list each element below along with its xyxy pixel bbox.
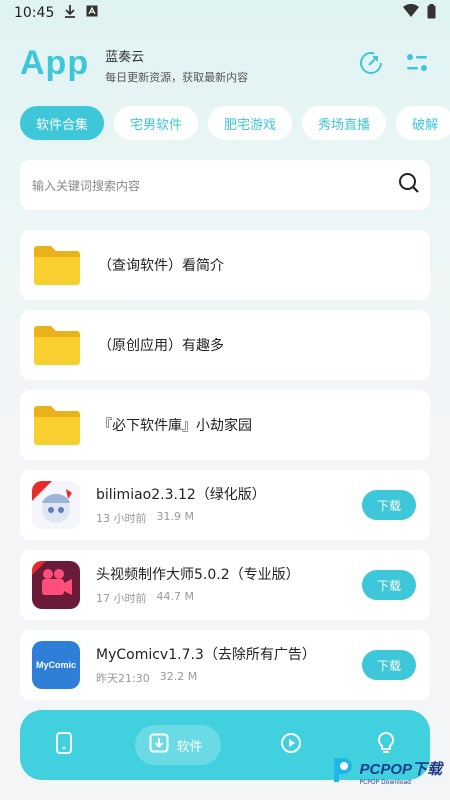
download-button[interactable]: 下载	[362, 490, 416, 520]
a-icon	[86, 5, 98, 21]
folder-title: 『必下软件庫』小劫家园	[98, 418, 252, 434]
nav-phone[interactable]	[40, 721, 88, 769]
battery-icon	[427, 3, 436, 23]
download-button[interactable]: 下载	[362, 650, 416, 680]
settings-sliders-icon[interactable]	[404, 50, 430, 76]
folder-title: （查询软件）看简介	[98, 258, 224, 274]
download-box-icon	[149, 733, 169, 757]
download-button[interactable]: 下载	[362, 570, 416, 600]
search-bar[interactable]: 输入关键词搜索内容	[20, 160, 430, 210]
tab-software-collection[interactable]: 软件合集	[20, 106, 105, 140]
folder-icon	[32, 240, 82, 290]
app-size: 32.2 M	[159, 670, 198, 683]
app-time: 13 小时前	[96, 512, 147, 525]
content-list: （查询软件）看简介 （原创应用）有趣多 『必下软件庫』小劫家园 bilimiao…	[20, 230, 430, 700]
app-name: 头视频制作大师5.0.2（专业版）	[96, 567, 300, 583]
app-item[interactable]: 头视频制作大师5.0.2（专业版） 17 小时前 44.7 M 下载	[20, 550, 430, 620]
video-maker-icon	[32, 561, 80, 609]
app-name: bilimiao2.3.12（绿化版）	[96, 487, 266, 503]
bilimiao-icon	[32, 481, 80, 529]
search-icon[interactable]	[398, 172, 420, 198]
download-icon	[64, 4, 76, 22]
folder-title: （原创应用）有趣多	[98, 338, 224, 354]
search-input[interactable]: 输入关键词搜索内容	[32, 177, 140, 194]
lightbulb-icon	[376, 731, 396, 759]
category-tabs: 软件合集 宅男软件 肥宅游戏 秀场直播 破解	[0, 106, 450, 140]
pcpop-watermark: PCPOP下载 PCPOP Download	[329, 756, 442, 788]
folder-icon	[32, 320, 82, 370]
app-item[interactable]: bilimiao2.3.12（绿化版） 13 小时前 31.9 M 下载	[20, 470, 430, 540]
tab-otaku-games[interactable]: 肥宅游戏	[208, 106, 293, 140]
play-icon	[280, 732, 302, 758]
folder-icon	[32, 400, 82, 450]
pcpop-logo-icon	[329, 756, 355, 788]
refresh-icon[interactable]	[358, 50, 384, 76]
app-time: 昨天21:30	[96, 672, 150, 685]
nav-software[interactable]: 软件	[134, 725, 221, 765]
tab-live-stream[interactable]: 秀场直播	[302, 106, 387, 140]
folder-item[interactable]: （查询软件）看简介	[20, 230, 430, 300]
app-logo: App	[20, 43, 90, 82]
header-subtitle: 每日更新资源，获取最新内容	[105, 70, 249, 84]
phone-icon	[55, 732, 73, 758]
app-name: MyComicv1.7.3（去除所有广告）	[96, 647, 316, 663]
app-size: 44.7 M	[156, 590, 194, 603]
mycomic-icon: MyComic	[32, 641, 80, 689]
wifi-icon	[403, 3, 419, 22]
folder-item[interactable]: 『必下软件庫』小劫家园	[20, 390, 430, 460]
app-item[interactable]: MyComic MyComicv1.7.3（去除所有广告） 昨天21:30 32…	[20, 630, 430, 700]
mycomic-icon-text: MyComic	[35, 660, 76, 670]
header-title: 蓝奏云	[105, 49, 145, 65]
status-bar: 10:45	[0, 0, 450, 26]
tab-cracked[interactable]: 破解	[396, 106, 450, 140]
watermark-text: PCPOP下载	[359, 761, 442, 778]
app-time: 17 小时前	[96, 592, 147, 605]
folder-item[interactable]: （原创应用）有趣多	[20, 310, 430, 380]
app-header: App 蓝奏云 每日更新资源，获取最新内容	[0, 26, 450, 100]
status-time: 10:45	[14, 5, 55, 21]
nav-video[interactable]	[267, 721, 315, 769]
tab-otaku-software[interactable]: 宅男软件	[114, 106, 199, 140]
watermark-sub: PCPOP Download	[359, 779, 411, 786]
app-size: 31.9 M	[156, 510, 194, 523]
nav-software-label: 软件	[176, 739, 203, 755]
